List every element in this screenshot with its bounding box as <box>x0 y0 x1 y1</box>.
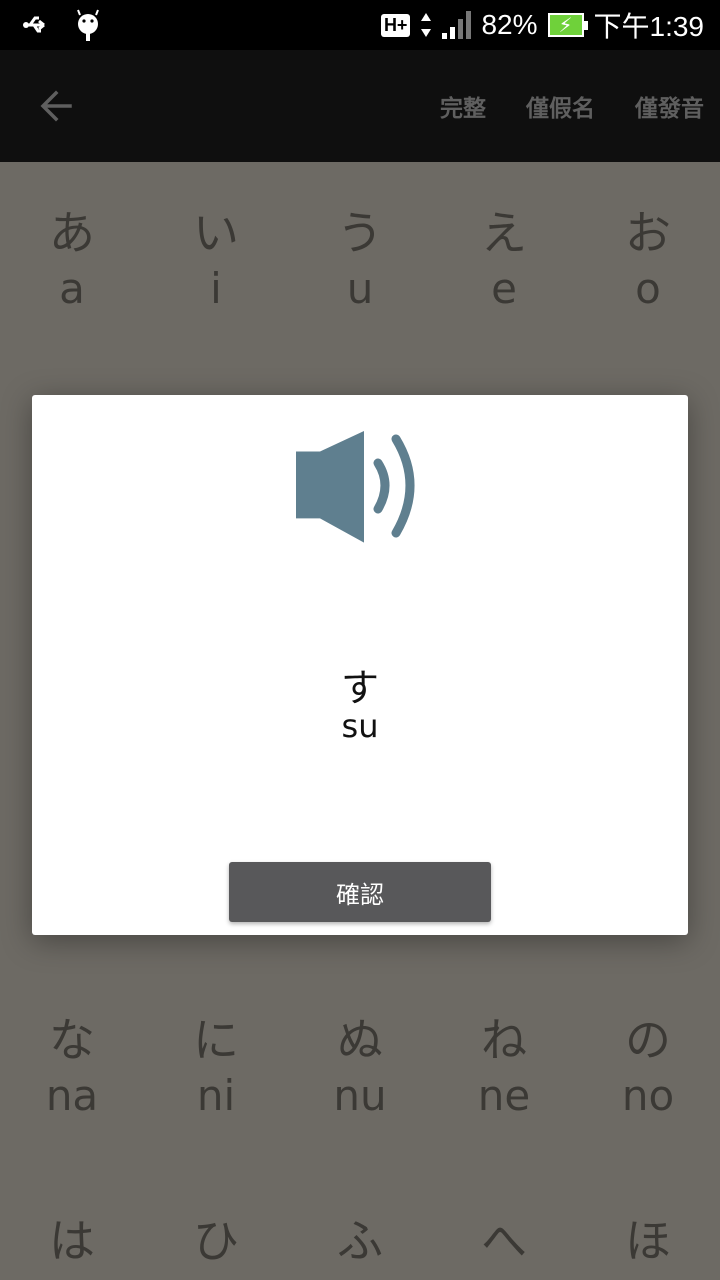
kana-cell[interactable]: うu <box>288 205 432 317</box>
usb-icon <box>23 16 45 33</box>
signal-icon <box>442 11 472 39</box>
data-arrows-icon <box>421 13 432 37</box>
dialog-kana: す <box>340 666 379 710</box>
kana-cell[interactable]: いi <box>144 205 288 317</box>
speaker-icon[interactable] <box>294 427 426 547</box>
network-type: H+ <box>380 13 411 37</box>
pronunciation-dialog: す su 確認 <box>32 395 688 935</box>
action-full[interactable]: 完整 <box>440 89 486 123</box>
battery-charging-icon: ⚡ <box>547 13 588 37</box>
app-toolbar: 完整 僅假名 僅發音 <box>0 50 720 162</box>
kana-cell[interactable]: な na <box>0 1012 144 1124</box>
kana-cell[interactable]: ほ <box>576 1213 720 1269</box>
kana-cell[interactable]: は <box>0 1213 144 1269</box>
action-sound-only[interactable]: 僅發音 <box>635 89 704 123</box>
dialog-romaji: su <box>341 707 379 745</box>
kana-cell[interactable]: に ni <box>144 1012 288 1124</box>
android-debug-icon <box>77 9 99 41</box>
kana-cell[interactable]: おo <box>576 205 720 317</box>
arrow-left-icon[interactable] <box>36 86 76 126</box>
kana-cell[interactable]: ひ <box>144 1213 288 1269</box>
kana-row-na: な na に ni ぬ nu ね ne の no <box>0 1012 720 1124</box>
action-kana-only[interactable]: 僅假名 <box>526 89 595 123</box>
kana-row-ha: は ひ ふ へ ほ <box>0 1213 720 1269</box>
kana-cell[interactable]: ぬ nu <box>288 1012 432 1124</box>
confirm-button[interactable]: 確認 <box>229 862 491 922</box>
kana-cell[interactable]: へ <box>432 1213 576 1269</box>
clock: 下午1:39 <box>593 11 705 42</box>
kana-cell[interactable]: えe <box>432 205 576 317</box>
kana-cell[interactable]: ね ne <box>432 1012 576 1124</box>
kana-cell[interactable]: あa <box>0 205 144 317</box>
kana-cell[interactable]: ふ <box>288 1213 432 1269</box>
status-bar: H+ 82% ⚡ 下午1:39 <box>0 0 720 50</box>
kana-cell[interactable]: の no <box>576 1012 720 1124</box>
battery-percent: 82% <box>481 9 538 40</box>
kana-row-a: あa いi うu えe おo <box>0 205 720 317</box>
